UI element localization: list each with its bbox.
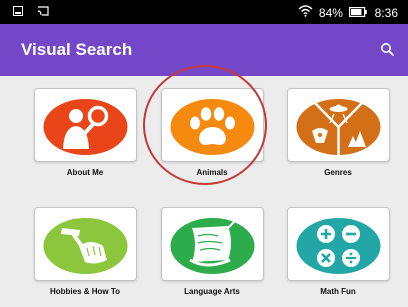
category-card-about-me[interactable] [34,88,137,162]
category-label-hobbies: Hobbies & How To [49,287,121,296]
person-magnifier-icon [43,99,128,155]
wifi-icon [298,5,313,21]
category-card-math-fun[interactable] [287,207,390,281]
math-operators-icon [296,218,381,274]
category-card-language-arts[interactable] [161,207,264,281]
search-button[interactable] [376,38,400,62]
battery-icon [349,5,368,21]
status-right: 84% 8:36 [298,4,398,21]
hammer-hand-icon [43,218,128,274]
image-icon [13,6,23,16]
status-left-icons [13,6,50,24]
search-icon [381,43,394,56]
category-label-about-me: About Me [66,168,104,177]
genres-collage-icon [296,99,381,155]
verbs-scroll-icon [170,217,255,274]
highlight-circle [143,65,267,185]
cast-icon [38,6,50,16]
page-title: Visual Search [21,40,133,59]
category-card-hobbies[interactable] [34,207,137,281]
category-label-math-fun: Math Fun [320,287,356,296]
category-label-language-arts: Language Arts [184,287,240,296]
category-card-genres[interactable] [287,88,390,162]
status-bar: 84% 8:36 [0,0,408,24]
clock: 8:36 [374,5,398,20]
battery-percent: 84% [318,5,343,20]
category-label-genres: Genres [324,168,352,177]
